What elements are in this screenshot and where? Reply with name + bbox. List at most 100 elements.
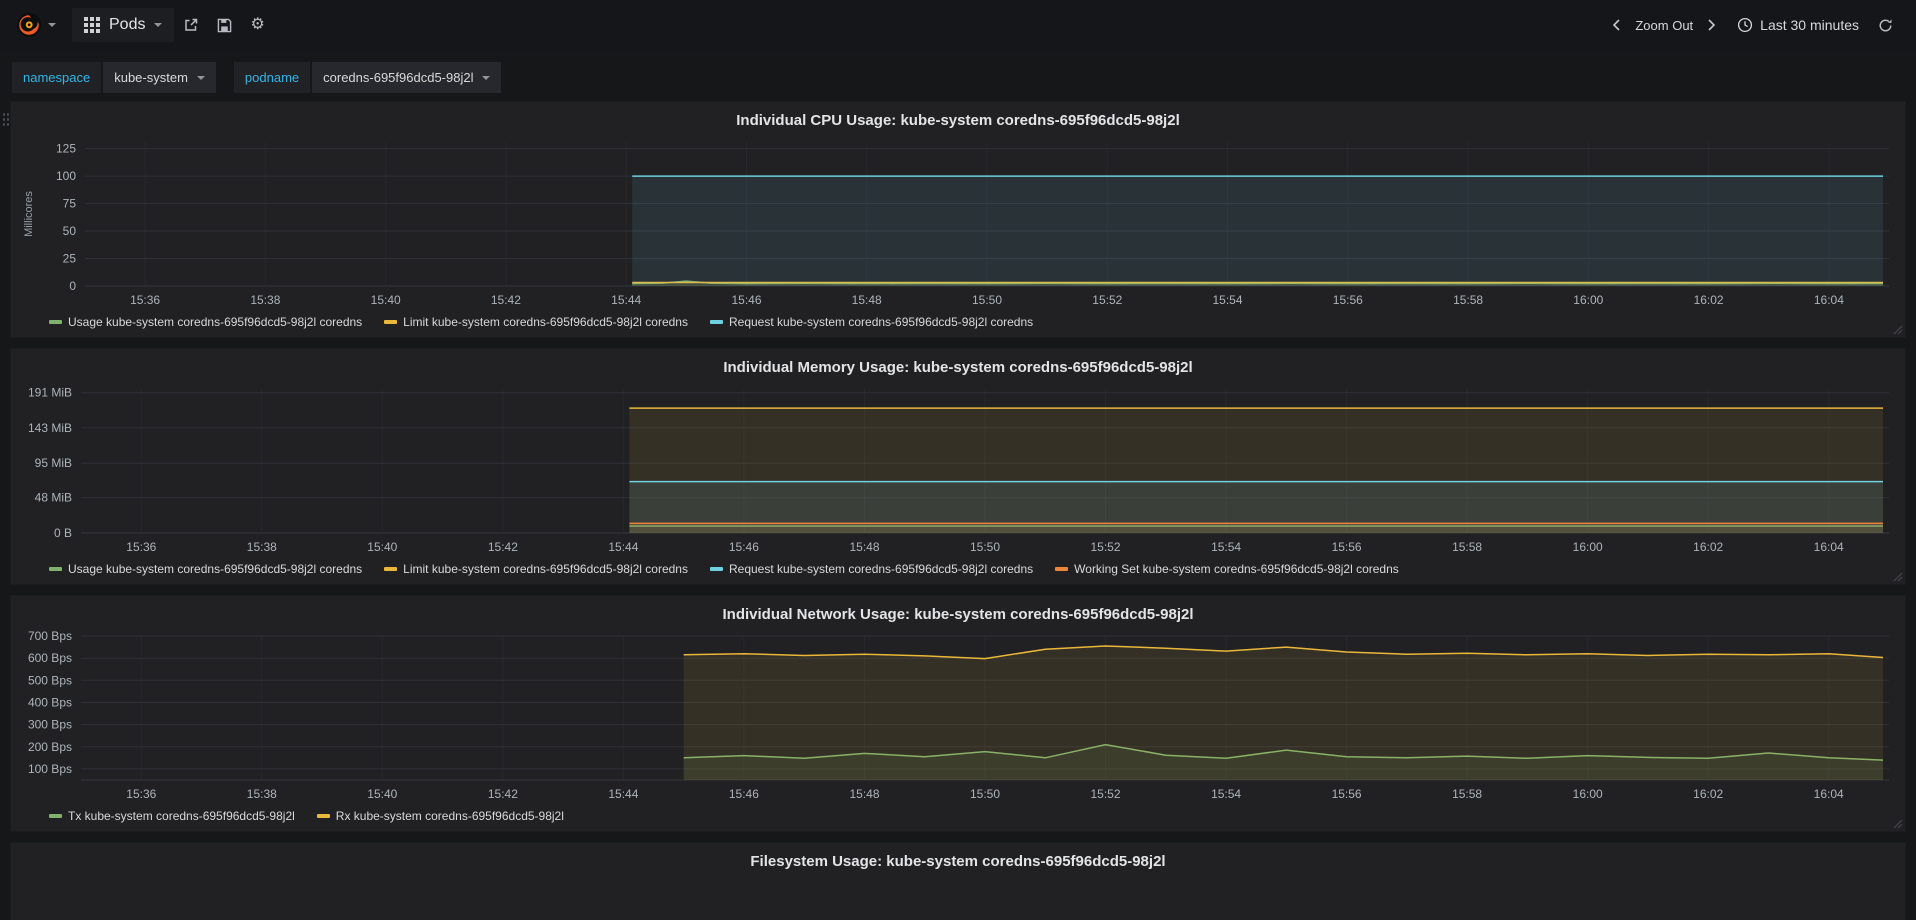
legend-item[interactable]: Working Set kube-system coredns-695f96dc… — [1055, 562, 1399, 576]
panel-title[interactable]: Individual Network Usage: kube-system co… — [19, 602, 1897, 628]
legend-series-label: Usage kube-system coredns-695f96dcd5-98j… — [68, 315, 363, 329]
variable-podname-label: podname — [233, 62, 311, 93]
memory-usage-legend: Usage kube-system coredns-695f96dcd5-98j… — [19, 559, 1897, 576]
svg-text:15:46: 15:46 — [731, 293, 761, 307]
svg-text:15:56: 15:56 — [1332, 540, 1362, 554]
chevron-down-icon — [154, 23, 163, 27]
variable-podname: podname coredns-695f96dcd5-98j2l — [233, 62, 502, 93]
panel-resize-handle[interactable] — [1893, 325, 1903, 335]
navbar-right: Zoom Out Last 30 minutes — [1601, 11, 1902, 39]
svg-text:15:48: 15:48 — [852, 293, 882, 307]
svg-text:15:36: 15:36 — [130, 293, 160, 307]
svg-text:15:44: 15:44 — [608, 540, 638, 554]
svg-text:16:04: 16:04 — [1814, 540, 1844, 554]
legend-series-label: Working Set kube-system coredns-695f96dc… — [1074, 562, 1399, 576]
svg-text:15:50: 15:50 — [970, 540, 1000, 554]
svg-text:15:50: 15:50 — [970, 787, 1000, 801]
legend-series-swatch — [384, 567, 398, 571]
svg-text:15:42: 15:42 — [488, 787, 518, 801]
panel-resize-handle[interactable] — [1893, 572, 1903, 582]
dashboard-title: Pods — [109, 16, 146, 33]
svg-text:15:48: 15:48 — [849, 787, 879, 801]
svg-text:15:36: 15:36 — [126, 787, 156, 801]
legend-series-label: Request kube-system coredns-695f96dcd5-9… — [728, 562, 1034, 576]
svg-text:15:58: 15:58 — [1452, 787, 1482, 801]
chevron-right-icon — [1708, 19, 1716, 31]
legend-item[interactable]: Usage kube-system coredns-695f96dcd5-98j… — [49, 562, 362, 576]
panel-resize-handle[interactable] — [1893, 819, 1903, 829]
variable-namespace-select[interactable]: kube-system — [103, 62, 216, 93]
legend-series-swatch — [384, 320, 398, 324]
row-drag-handle[interactable] — [2, 112, 10, 128]
network-usage-chart[interactable]: 100 Bps 200 Bps 300 Bps 400 Bps 500 Bps 600 B… — [19, 628, 1897, 806]
variables-row: namespace kube-system podname coredns-69… — [0, 50, 1916, 101]
settings-button[interactable]: ⚙ — [241, 11, 273, 39]
panel-memory-usage: Individual Memory Usage: kube-system cor… — [10, 348, 1906, 585]
memory-usage-chart[interactable]: 0 B 48 MiB 95 MiB 143 MiB 191 MiB 15:36 15:38 1… — [19, 381, 1897, 559]
svg-text:16:04: 16:04 — [1814, 787, 1844, 801]
svg-text:15:56: 15:56 — [1332, 787, 1362, 801]
legend-item[interactable]: Request kube-system coredns-695f96dcd5-9… — [709, 562, 1034, 576]
series-area — [629, 523, 1883, 533]
legend-series-label: Limit kube-system coredns-695f96dcd5-98j… — [403, 562, 688, 576]
svg-text:700 Bps: 700 Bps — [28, 629, 72, 643]
legend-item[interactable]: Tx kube-system coredns-695f96dcd5-98j2l — [49, 809, 295, 823]
refresh-button[interactable] — [1869, 12, 1902, 39]
dashboard-body: Individual CPU Usage: kube-system coredn… — [0, 101, 1916, 920]
legend-series-swatch — [49, 567, 62, 571]
legend-item[interactable]: Rx kube-system coredns-695f96dcd5-98j2l — [316, 809, 564, 823]
cpu-usage-legend: Usage kube-system coredns-695f96dcd5-98j… — [19, 312, 1897, 329]
chevron-down-icon — [482, 75, 491, 80]
svg-text:15:54: 15:54 — [1211, 540, 1241, 554]
y-axis-title: Millicores — [23, 191, 35, 237]
chevron-left-icon — [1613, 19, 1620, 31]
variable-namespace: namespace kube-system — [12, 62, 216, 93]
svg-text:143 MiB: 143 MiB — [28, 421, 72, 435]
save-icon — [218, 18, 232, 32]
variable-namespace-label: namespace — [12, 62, 102, 93]
legend-item[interactable]: Limit kube-system coredns-695f96dcd5-98j… — [384, 315, 688, 329]
variable-podname-value: coredns-695f96dcd5-98j2l — [323, 70, 474, 85]
clock-icon — [1738, 17, 1753, 33]
share-button[interactable] — [174, 11, 208, 39]
svg-text:15:40: 15:40 — [367, 540, 397, 554]
svg-text:15:46: 15:46 — [729, 540, 759, 554]
time-shift-forward-button[interactable] — [1697, 12, 1727, 38]
time-shift-back-button[interactable] — [1601, 12, 1631, 38]
navbar: Pods ⚙ Zoom Out Last 30 minutes — [0, 0, 1916, 50]
svg-text:400 Bps: 400 Bps — [28, 696, 72, 710]
legend-series-swatch — [709, 567, 723, 571]
chevron-down-icon — [48, 23, 56, 27]
cpu-usage-chart[interactable]: 0 25 50 75 100 125 15:36 15:38 15:40 15:42 15:44 15… — [19, 134, 1897, 312]
grafana-menu[interactable] — [14, 8, 66, 42]
legend-series-label: Request kube-system coredns-695f96dcd5-9… — [728, 315, 1034, 329]
panel-title[interactable]: Filesystem Usage: kube-system coredns-69… — [19, 849, 1897, 875]
filesystem-usage-chart[interactable] — [19, 875, 1897, 920]
dashboard-picker-button[interactable]: Pods — [72, 8, 175, 42]
legend-series-swatch — [1055, 567, 1069, 571]
svg-text:75: 75 — [63, 197, 77, 211]
series-area — [683, 646, 1884, 780]
svg-text:15:54: 15:54 — [1211, 787, 1241, 801]
panel-title[interactable]: Individual CPU Usage: kube-system coredn… — [19, 108, 1897, 134]
legend-item[interactable]: Request kube-system coredns-695f96dcd5-9… — [709, 315, 1034, 329]
svg-text:0 B: 0 B — [54, 526, 72, 540]
share-icon — [185, 18, 198, 31]
legend-item[interactable]: Limit kube-system coredns-695f96dcd5-98j… — [384, 562, 688, 576]
svg-text:25: 25 — [63, 252, 77, 266]
zoom-out-button[interactable]: Zoom Out — [1631, 12, 1697, 39]
time-range-picker[interactable]: Last 30 minutes — [1727, 11, 1869, 39]
legend-series-label: Rx kube-system coredns-695f96dcd5-98j2l — [335, 809, 564, 823]
svg-text:15:40: 15:40 — [367, 787, 397, 801]
legend-series-label: Limit kube-system coredns-695f96dcd5-98j… — [403, 315, 688, 329]
svg-text:16:02: 16:02 — [1693, 787, 1723, 801]
refresh-icon — [1879, 19, 1892, 31]
svg-text:15:56: 15:56 — [1333, 293, 1363, 307]
variable-podname-select[interactable]: coredns-695f96dcd5-98j2l — [312, 62, 502, 93]
panel-title[interactable]: Individual Memory Usage: kube-system cor… — [19, 355, 1897, 381]
legend-item[interactable]: Usage kube-system coredns-695f96dcd5-98j… — [49, 315, 362, 329]
svg-text:95 MiB: 95 MiB — [35, 456, 72, 470]
svg-text:15:52: 15:52 — [1090, 787, 1120, 801]
grafana-logo-icon — [17, 13, 41, 37]
save-button[interactable] — [208, 12, 241, 39]
